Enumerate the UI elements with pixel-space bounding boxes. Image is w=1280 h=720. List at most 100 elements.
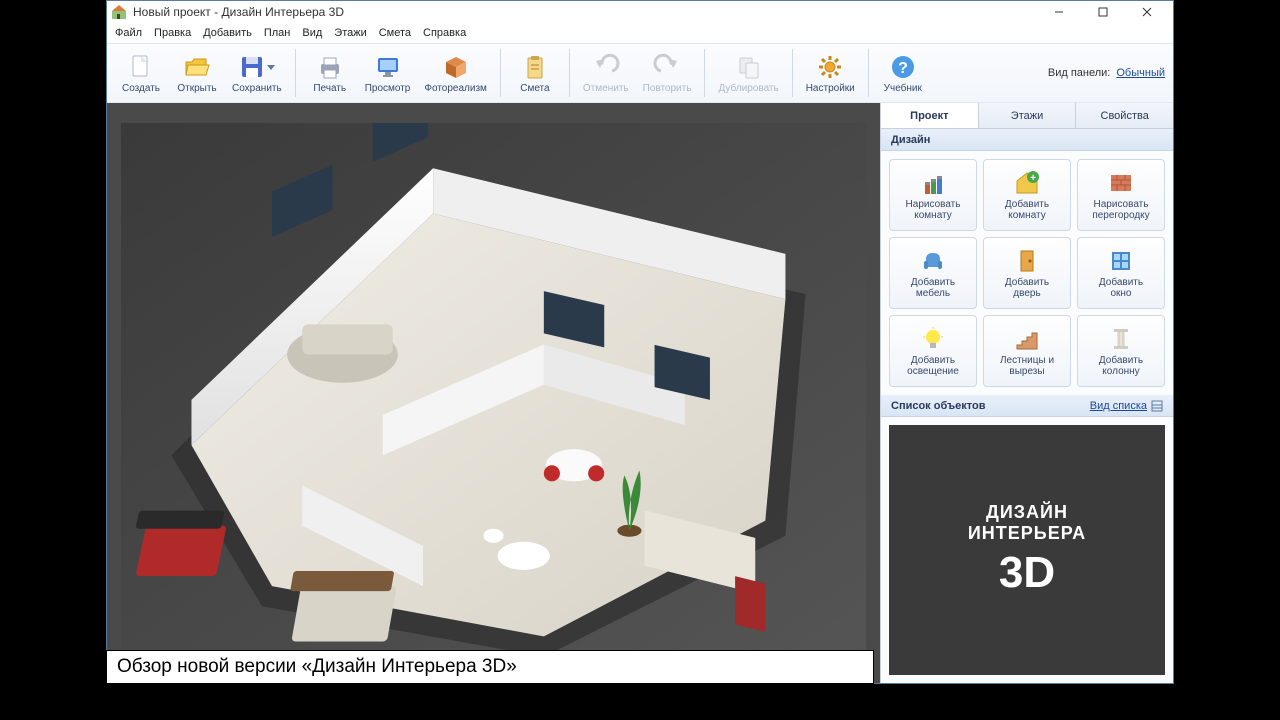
- redo-label: Повторить: [643, 83, 692, 94]
- side-panel: ПроектЭтажиСвойства Дизайн Нарисоватьком…: [881, 103, 1173, 683]
- stairs-icon: [1013, 325, 1041, 353]
- promo-banner[interactable]: ДИЗАЙНИНТЕРЬЕРА 3D: [889, 425, 1165, 675]
- open-label: Открыть: [177, 83, 216, 94]
- brick-wall-icon: [1107, 169, 1135, 197]
- draw-wall-label: Нарисоватьперегородку: [1090, 199, 1151, 222]
- save-label: Сохранить: [232, 83, 282, 94]
- design-header-label: Дизайн: [891, 134, 930, 146]
- menu-вид[interactable]: Вид: [302, 27, 322, 39]
- stairs-tool[interactable]: Лестницы ивырезы: [983, 315, 1071, 387]
- copy-icon: [735, 53, 763, 81]
- tab-floors[interactable]: Этажи: [979, 103, 1077, 128]
- add-furniture-tool[interactable]: Добавитьмебель: [889, 237, 977, 309]
- maximize-button[interactable]: [1081, 1, 1125, 23]
- list-view-icon: [1151, 400, 1163, 412]
- floorplan-render: [121, 123, 866, 663]
- door-icon: [1013, 247, 1041, 275]
- caption-text: Обзор новой версии «Дизайн Интерьера 3D»: [117, 656, 517, 678]
- minimize-button[interactable]: [1037, 1, 1081, 23]
- titlebar: Новый проект - Дизайн Интерьера 3D: [107, 1, 1173, 23]
- objects-section-header: Список объектов Вид списка: [881, 395, 1173, 417]
- column-icon: [1107, 325, 1135, 353]
- printer-icon: [316, 53, 344, 81]
- paint-tools-icon: [919, 169, 947, 197]
- side-tabs: ПроектЭтажиСвойства: [881, 103, 1173, 129]
- add-room-label: Добавитькомнату: [1003, 199, 1051, 222]
- redo-button: Повторить: [638, 50, 697, 97]
- draw-wall-tool[interactable]: Нарисоватьперегородку: [1077, 159, 1165, 231]
- menu-план[interactable]: План: [264, 27, 291, 39]
- add-window-label: Добавитьокно: [1097, 277, 1145, 300]
- video-caption: Обзор новой версии «Дизайн Интерьера 3D»: [106, 650, 874, 684]
- add-furniture-label: Добавитьмебель: [909, 277, 957, 300]
- folder-open-icon: [183, 53, 211, 81]
- list-view-toggle[interactable]: Вид списка: [1090, 400, 1163, 412]
- estimate-button[interactable]: Смета: [509, 50, 561, 97]
- duplicate-button: Дублировать: [713, 50, 783, 97]
- light-bulb-icon: [919, 325, 947, 353]
- add-window-tool[interactable]: Добавитьокно: [1077, 237, 1165, 309]
- menu-добавить[interactable]: Добавить: [203, 27, 252, 39]
- settings-button[interactable]: Настройки: [801, 50, 860, 97]
- photoreal-label: Фотореализм: [424, 83, 487, 94]
- photoreal-button[interactable]: Фотореализм: [419, 50, 492, 97]
- undo-icon: [592, 53, 620, 81]
- open-button[interactable]: Открыть: [171, 50, 223, 97]
- menu-смета[interactable]: Смета: [379, 27, 411, 39]
- menu-правка[interactable]: Правка: [154, 27, 191, 39]
- svg-text:+: +: [1030, 173, 1036, 184]
- preview-label: Просмотр: [365, 83, 411, 94]
- close-button[interactable]: [1125, 1, 1169, 23]
- 3d-viewport[interactable]: [107, 103, 881, 683]
- tutorial-button[interactable]: ?Учебник: [877, 50, 929, 97]
- file-new-icon: [127, 53, 155, 81]
- content-area: ПроектЭтажиСвойства Дизайн Нарисоватьком…: [107, 103, 1173, 683]
- create-button[interactable]: Создать: [115, 50, 167, 97]
- preview-button[interactable]: Просмотр: [360, 50, 416, 97]
- design-section-header: Дизайн: [881, 129, 1173, 151]
- print-button[interactable]: Печать: [304, 50, 356, 97]
- tab-project[interactable]: Проект: [881, 103, 979, 128]
- menubar: Файл Правка Добавить План Вид Этажи Смета Справ…: [107, 23, 1173, 43]
- save-button[interactable]: Сохранить: [227, 50, 287, 97]
- armchair-icon: [919, 247, 947, 275]
- add-door-label: Добавитьдверь: [1003, 277, 1051, 300]
- window-frame-icon: [1107, 247, 1135, 275]
- objects-header-label: Список объектов: [891, 400, 985, 412]
- menu-справка[interactable]: Справка: [423, 27, 466, 39]
- draw-room-label: Нарисоватькомнату: [904, 199, 963, 222]
- add-room-tool[interactable]: + Добавитькомнату: [983, 159, 1071, 231]
- duplicate-label: Дублировать: [718, 83, 778, 94]
- render-cube-icon: [442, 53, 470, 81]
- add-room-icon: +: [1013, 169, 1041, 197]
- stairs-label: Лестницы ивырезы: [998, 355, 1056, 378]
- menu-этажи[interactable]: Этажи: [334, 27, 366, 39]
- window-title: Новый проект - Дизайн Интерьера 3D: [133, 5, 344, 19]
- draw-room-tool[interactable]: Нарисоватькомнату: [889, 159, 977, 231]
- undo-label: Отменить: [583, 83, 629, 94]
- add-door-tool[interactable]: Добавитьдверь: [983, 237, 1071, 309]
- create-label: Создать: [122, 83, 160, 94]
- application-window: Новый проект - Дизайн Интерьера 3D Файл П…: [106, 0, 1174, 684]
- add-column-tool[interactable]: Добавитьколонну: [1077, 315, 1165, 387]
- gear-icon: [816, 53, 844, 81]
- settings-label: Настройки: [806, 83, 855, 94]
- panel-mode-link[interactable]: Обычный: [1116, 67, 1165, 79]
- design-tools-grid: Нарисоватькомнату + Добавитькомнату Нарисов…: [881, 151, 1173, 395]
- floppy-disk-icon: [238, 53, 266, 81]
- undo-button: Отменить: [578, 50, 634, 97]
- help-icon: ?: [889, 53, 917, 81]
- panel-mode-label: Вид панели:: [1048, 67, 1110, 79]
- menu-файл[interactable]: Файл: [115, 27, 142, 39]
- dropdown-arrow-icon: [266, 63, 276, 71]
- add-light-tool[interactable]: Добавитьосвещение: [889, 315, 977, 387]
- print-label: Печать: [313, 83, 346, 94]
- monitor-icon: [374, 53, 402, 81]
- svg-text:?: ?: [898, 60, 908, 77]
- panel-mode-selector: Вид панели: Обычный: [1048, 67, 1165, 79]
- add-column-label: Добавитьколонну: [1097, 355, 1145, 378]
- add-light-label: Добавитьосвещение: [905, 355, 961, 378]
- app-icon: [111, 4, 127, 20]
- clipboard-icon: [521, 53, 549, 81]
- tab-props[interactable]: Свойства: [1076, 103, 1173, 128]
